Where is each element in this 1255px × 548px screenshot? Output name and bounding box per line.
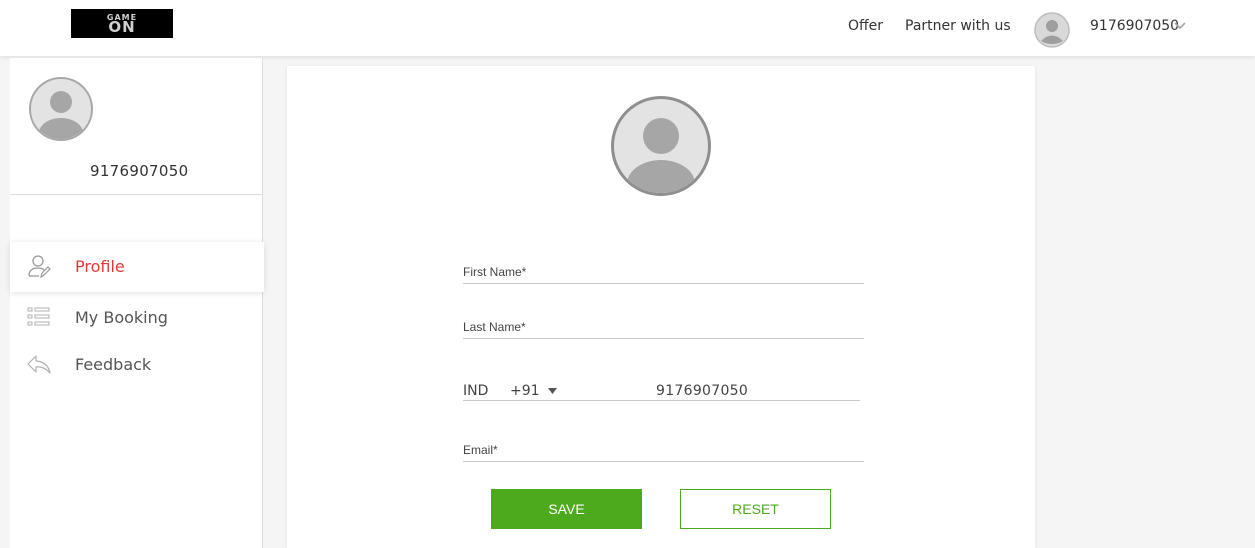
last-name-input[interactable]: [463, 309, 864, 338]
caret-down-icon[interactable]: [548, 388, 557, 394]
gameon-logo[interactable]: GAME ON: [71, 9, 173, 38]
sidebar-item-label: Feedback: [75, 355, 152, 374]
sidebar-item-label: Profile: [75, 257, 125, 276]
dial-code-select[interactable]: +91: [510, 383, 540, 399]
last-name-field[interactable]: [463, 309, 864, 339]
sidebar-item-feedback[interactable]: Feedback: [10, 340, 264, 390]
nav-partner-link[interactable]: Partner with us: [905, 18, 1011, 34]
sidebar-divider: [10, 194, 263, 195]
sidebar-item-profile[interactable]: Profile: [10, 242, 264, 292]
user-edit-icon: [28, 255, 51, 279]
user-avatar-icon[interactable]: [1034, 12, 1070, 48]
reset-button[interactable]: RESET: [680, 489, 831, 529]
first-name-input[interactable]: [463, 254, 864, 283]
reply-arrow-icon: [27, 355, 51, 374]
list-icon: [27, 307, 50, 326]
email-input[interactable]: [463, 432, 864, 461]
save-button[interactable]: SAVE: [491, 489, 642, 529]
logo-text-bottom: ON: [108, 17, 136, 36]
sidebar-item-label: My Booking: [75, 308, 168, 327]
profile-form-card: IND +91 9176907050 SAVE RESET: [287, 66, 1035, 548]
sidebar-avatar-icon: [29, 77, 93, 141]
sidebar-user-phone: 9176907050: [90, 162, 189, 180]
email-field[interactable]: [463, 432, 864, 462]
profile-photo-icon[interactable]: [611, 96, 711, 196]
header-user-phone[interactable]: 9176907050: [1090, 18, 1179, 34]
sidebar: 9176907050 Profile My Booking Feedback: [10, 58, 264, 548]
sidebar-item-my-booking[interactable]: My Booking: [10, 293, 264, 343]
phone-number-value[interactable]: 9176907050: [656, 383, 748, 399]
top-header: GAME ON Offer Partner with us 9176907050: [0, 0, 1255, 56]
nav-offer-link[interactable]: Offer: [848, 18, 883, 34]
phone-field[interactable]: IND +91 9176907050: [463, 376, 860, 401]
chevron-down-icon[interactable]: [1173, 21, 1187, 31]
country-code: IND: [463, 383, 489, 399]
first-name-field[interactable]: [463, 254, 864, 284]
